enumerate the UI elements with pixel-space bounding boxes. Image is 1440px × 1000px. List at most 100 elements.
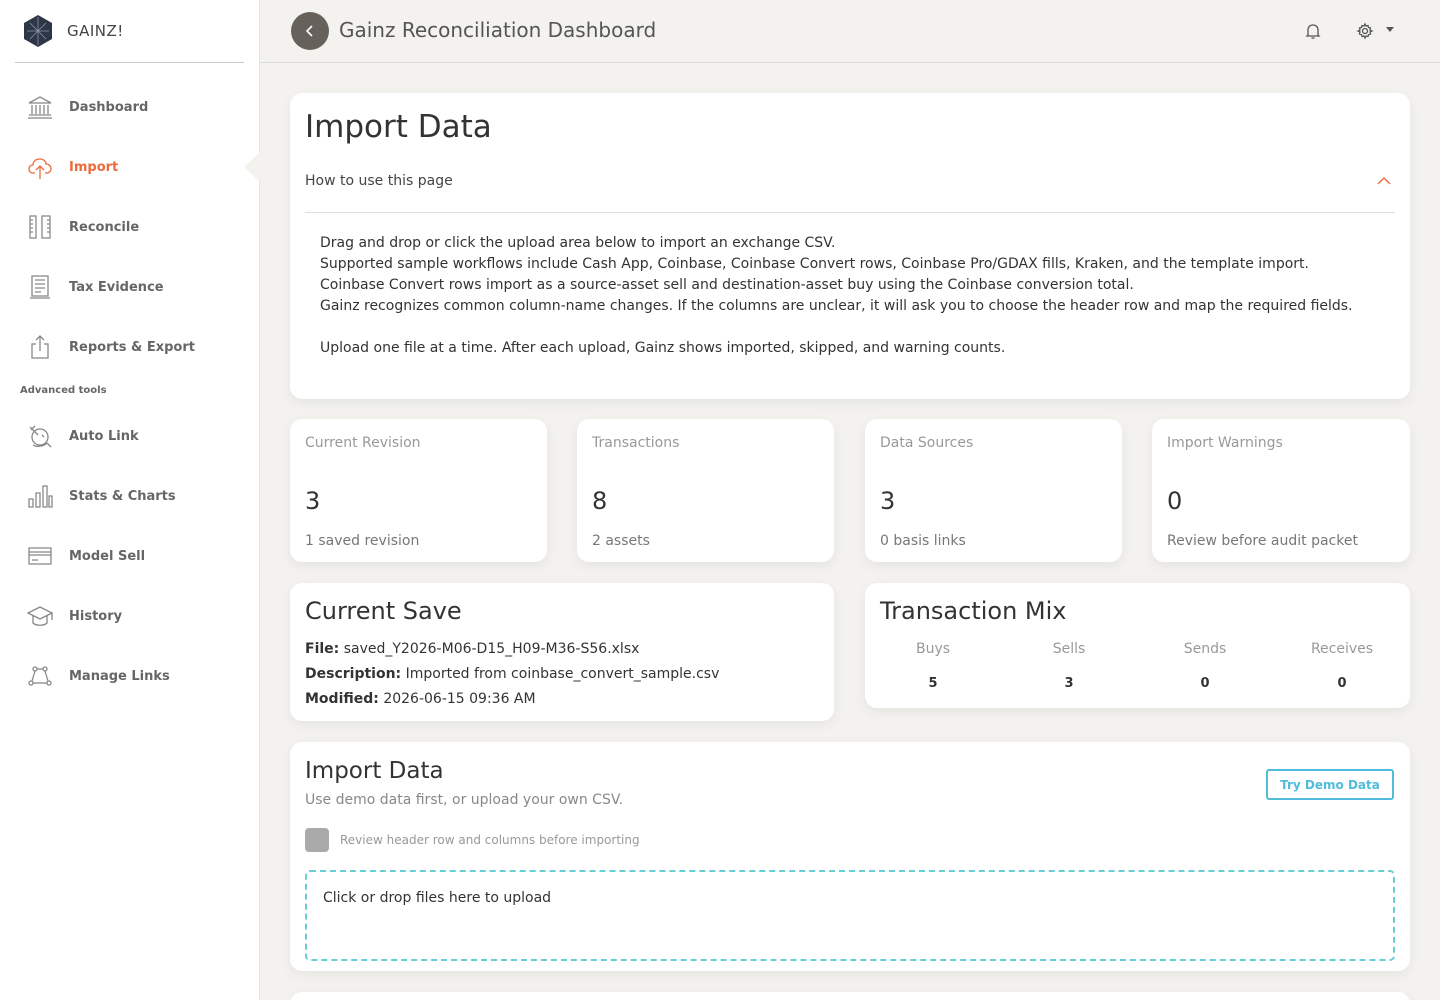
- mix-column-buys: Buys 5: [865, 641, 1001, 691]
- stat-sub: 0 basis links: [880, 533, 966, 549]
- upload-subtitle: Use demo data first, or upload your own …: [305, 792, 624, 808]
- stat-sub: Review before audit packet: [1167, 533, 1358, 549]
- upload-dropzone[interactable]: Click or drop files here to upload: [305, 870, 1395, 961]
- sidebar-item-label: Reconcile: [69, 219, 140, 235]
- save-file-row: File: saved_Y2026-M06-D15_H09-M36-S56.xl…: [305, 641, 639, 657]
- advanced-tools-heading: Advanced tools: [20, 385, 107, 396]
- stat-value: 3: [305, 487, 321, 515]
- sidebar-item-tax-evidence[interactable]: Tax Evidence: [0, 257, 259, 317]
- sidebar-item-label: Stats & Charts: [69, 488, 176, 504]
- howto-line: Coinbase Convert rows import as a source…: [320, 277, 1134, 293]
- brand-name: GAINZ!: [67, 22, 124, 40]
- mix-label: Receives: [1310, 641, 1374, 657]
- sidebar-item-label: Dashboard: [69, 99, 149, 115]
- save-description-value: Imported from coinbase_convert_sample.cs…: [405, 666, 720, 682]
- sidebar-item-label: Auto Link: [69, 428, 139, 444]
- chevron-down-icon[interactable]: [1386, 27, 1394, 32]
- stat-sub: 1 saved revision: [305, 533, 420, 549]
- stat-label: Transactions: [592, 435, 680, 451]
- mix-label: Sends: [1183, 641, 1227, 657]
- import-title: Import Data: [305, 109, 492, 145]
- sidebar-item-reports-export[interactable]: Reports & Export: [0, 317, 259, 377]
- mix-column-sells: Sells 3: [1001, 641, 1137, 691]
- stat-sub: 2 assets: [592, 533, 650, 549]
- bell-icon[interactable]: [1304, 22, 1322, 40]
- stat-value: 3: [880, 487, 896, 515]
- upload-title: Import Data: [305, 758, 444, 784]
- sidebar-item-model-sell[interactable]: Model Sell: [0, 526, 259, 586]
- howto-line: Upload one file at a time. After each up…: [320, 340, 1006, 356]
- satellite-icon: [27, 423, 53, 449]
- page-title: Gainz Reconciliation Dashboard: [339, 18, 657, 42]
- gear-icon[interactable]: [1356, 22, 1374, 40]
- howto-line: Gainz recognizes common column-name chan…: [320, 298, 1353, 314]
- howto-text: Drag and drop or click the upload area b…: [320, 233, 1353, 359]
- save-file-label: File:: [305, 641, 340, 657]
- transaction-mix-card: Transaction Mix Buys 5 Sells 3 Sends 0 R…: [865, 583, 1410, 708]
- back-button[interactable]: [291, 12, 329, 50]
- mix-label: Buys: [915, 641, 951, 657]
- next-card: [290, 992, 1410, 1000]
- mix-value: 0: [1200, 676, 1210, 691]
- mix-value: 0: [1337, 676, 1347, 691]
- current-save-title: Current Save: [305, 597, 462, 625]
- mix-column-receives: Receives 0: [1274, 641, 1410, 691]
- bar-chart-icon: [27, 483, 53, 509]
- sidebar-item-label: Model Sell: [69, 548, 146, 564]
- stat-card-import-warnings: Import Warnings 0 Review before audit pa…: [1152, 419, 1410, 562]
- howto-toggle[interactable]: How to use this page: [305, 173, 1395, 213]
- save-description-label: Description:: [305, 666, 402, 682]
- sidebar-item-stats-charts[interactable]: Stats & Charts: [0, 466, 259, 526]
- transaction-mix-title: Transaction Mix: [880, 597, 1067, 625]
- save-modified-label: Modified:: [305, 691, 379, 707]
- dropzone-text: Click or drop files here to upload: [323, 890, 552, 906]
- ruler-icon: [27, 214, 53, 240]
- document-icon: [27, 274, 53, 300]
- share-icon: [27, 334, 53, 360]
- howto-label: How to use this page: [305, 173, 453, 189]
- graduation-cap-icon: [27, 603, 53, 629]
- save-file-value: saved_Y2026-M06-D15_H09-M36-S56.xlsx: [343, 641, 640, 657]
- sidebar-item-label: History: [69, 608, 123, 624]
- mix-column-sends: Sends 0: [1137, 641, 1273, 691]
- howto-line: Supported sample workflows include Cash …: [320, 256, 1309, 272]
- bank-icon: [27, 94, 53, 120]
- stat-label: Current Revision: [305, 435, 421, 451]
- network-icon: [27, 663, 53, 689]
- sidebar-item-auto-link[interactable]: Auto Link: [0, 406, 259, 466]
- try-demo-data-button[interactable]: Try Demo Data: [1266, 769, 1394, 800]
- sidebar-nav: Dashboard Import Reconcile Tax Evidence …: [0, 77, 260, 706]
- stat-label: Data Sources: [880, 435, 974, 451]
- sidebar-item-history[interactable]: History: [0, 586, 259, 646]
- review-header-option: Review header row and columns before imp…: [305, 828, 640, 852]
- sidebar-item-dashboard[interactable]: Dashboard: [0, 77, 259, 137]
- sidebar-item-label: Tax Evidence: [69, 279, 164, 295]
- mix-value: 5: [928, 676, 938, 691]
- brand[interactable]: GAINZ!: [15, 0, 244, 63]
- mix-value: 3: [1064, 676, 1074, 691]
- save-description-row: Description: Imported from coinbase_conv…: [305, 666, 719, 682]
- upload-card: Import Data Use demo data first, or uplo…: [290, 742, 1410, 971]
- sidebar-item-label: Manage Links: [69, 668, 170, 684]
- logo-icon: [24, 15, 52, 47]
- stat-card-transactions: Transactions 8 2 assets: [577, 419, 834, 562]
- review-header-label: Review header row and columns before imp…: [340, 833, 640, 847]
- chevron-up-icon: [1377, 173, 1391, 187]
- chevron-left-icon: [305, 25, 313, 37]
- stat-value: 8: [592, 487, 608, 515]
- sidebar-item-manage-links[interactable]: Manage Links: [0, 646, 259, 706]
- cloud-upload-icon: [27, 154, 53, 180]
- sidebar-item-reconcile[interactable]: Reconcile: [0, 197, 259, 257]
- stat-card-current-revision: Current Revision 3 1 saved revision: [290, 419, 547, 562]
- sidebar: GAINZ! Dashboard Import Reconcile Tax Ev…: [0, 0, 260, 1000]
- sidebar-item-import[interactable]: Import: [0, 137, 260, 197]
- current-save-card: Current Save File: saved_Y2026-M06-D15_H…: [290, 583, 834, 721]
- review-header-checkbox[interactable]: [305, 828, 329, 852]
- save-modified-row: Modified: 2026-06-15 09:36 AM: [305, 691, 536, 707]
- stat-card-data-sources: Data Sources 3 0 basis links: [865, 419, 1122, 562]
- top-bar: Gainz Reconciliation Dashboard: [260, 0, 1440, 63]
- sidebar-item-label: Import: [69, 159, 119, 175]
- import-intro-card: Import Data How to use this page Drag an…: [290, 93, 1410, 399]
- stat-label: Import Warnings: [1167, 435, 1283, 451]
